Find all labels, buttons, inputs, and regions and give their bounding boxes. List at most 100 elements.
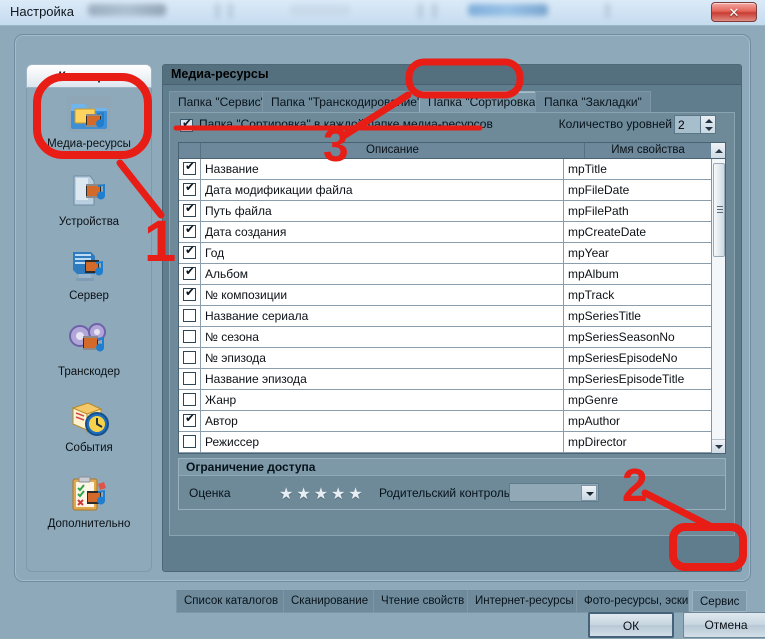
grid-header-description[interactable]: Описание	[201, 143, 585, 158]
row-checkbox[interactable]	[183, 393, 196, 406]
table-row[interactable]: ГодmpYear	[179, 243, 711, 264]
table-row[interactable]: ЖанрmpGenre	[179, 390, 711, 411]
row-checkbox[interactable]	[183, 246, 196, 259]
column-divider	[200, 327, 201, 347]
sidebar-item-label: Медиа-ресурсы	[26, 138, 152, 150]
row-checkbox[interactable]	[183, 372, 196, 385]
table-row[interactable]: НазваниеmpTitle	[179, 159, 711, 180]
sort-folder-checkbox[interactable]	[180, 119, 193, 132]
row-checkbox[interactable]	[183, 414, 196, 427]
tab-folder-sorting[interactable]: Папка "Сортировка"	[419, 91, 549, 113]
row-checkbox[interactable]	[183, 309, 196, 322]
scroll-down-icon[interactable]	[712, 439, 725, 453]
row-description: Автор	[205, 414, 238, 428]
annotation-marker-2: 2	[622, 458, 648, 512]
grid-header-property-name[interactable]: Имя свойства	[585, 143, 711, 158]
sidebar-item-media-resources[interactable]: Медиа-ресурсы	[26, 88, 152, 164]
bottom-tab-catalog-list[interactable]: Список каталогов	[176, 590, 286, 613]
column-divider	[200, 243, 201, 263]
row-checkbox[interactable]	[183, 351, 196, 364]
column-divider	[563, 243, 564, 263]
sidebar-item-label: Дополнительно	[26, 518, 152, 530]
rating-stars[interactable]: ★★★★★	[279, 484, 366, 504]
table-row[interactable]: РежиссерmpDirector	[179, 432, 711, 453]
scrollbar-thumb[interactable]	[713, 163, 725, 257]
parental-control-select[interactable]	[509, 483, 599, 502]
row-checkbox[interactable]	[183, 162, 196, 175]
sidebar-item-transcoder[interactable]: Транскодер	[26, 316, 152, 392]
parental-control-label: Родительский контроль	[379, 486, 510, 500]
column-divider	[563, 285, 564, 305]
row-checkbox[interactable]	[183, 330, 196, 343]
column-divider	[200, 201, 201, 221]
sidebar-item-devices[interactable]: Устройства	[26, 166, 152, 242]
bottom-tab-photo[interactable]: Фото-ресурсы, эскизы	[576, 590, 689, 613]
scroll-up-icon[interactable]	[711, 143, 725, 158]
chevron-down-icon[interactable]	[581, 485, 597, 501]
bottom-tab-service[interactable]: Сервис	[692, 590, 747, 613]
grid-header-row: Описание Имя свойства	[179, 143, 725, 159]
spinner-up-icon[interactable]	[705, 119, 713, 123]
row-property-name: mpAlbum	[568, 267, 619, 281]
sidebar-item-additional[interactable]: Дополнительно	[26, 468, 152, 544]
window-title: Настройка	[10, 4, 74, 19]
star-icon[interactable]: ★	[348, 486, 365, 503]
sidebar-item-label: Транскодер	[26, 366, 152, 378]
row-checkbox[interactable]	[183, 288, 196, 301]
row-checkbox[interactable]	[183, 435, 196, 448]
row-checkbox[interactable]	[183, 204, 196, 217]
table-row[interactable]: Название эпизодаmpSeriesEpisodeTitle	[179, 369, 711, 390]
star-icon[interactable]: ★	[331, 486, 348, 503]
grid-header-checkbox	[179, 143, 201, 158]
sidebar-item-events[interactable]: События	[26, 392, 152, 468]
toolbar-separator-1	[215, 3, 220, 19]
sidebar-item-label: Устройства	[26, 216, 152, 228]
sidebar-item-label: События	[26, 442, 152, 454]
book-clock-icon	[64, 396, 114, 440]
table-row[interactable]: Путь файлаmpFilePath	[179, 201, 711, 222]
column-divider	[563, 180, 564, 200]
column-divider	[563, 201, 564, 221]
column-divider	[200, 222, 201, 242]
toolbar-separator-2	[228, 3, 233, 19]
table-row[interactable]: № сезонаmpSeriesSeasonNo	[179, 327, 711, 348]
levels-stepper[interactable]: 2	[674, 115, 716, 134]
tab-page-sorting: Папка "Сортировка" в каждой папке медиа-…	[169, 112, 735, 536]
row-property-name: mpSeriesTitle	[568, 309, 641, 323]
row-description: Название сериала	[205, 309, 308, 323]
table-row[interactable]: АльбомmpAlbum	[179, 264, 711, 285]
star-icon[interactable]: ★	[314, 486, 331, 503]
table-row[interactable]: № композицииmpTrack	[179, 285, 711, 306]
table-row[interactable]: № эпизодаmpSeriesEpisodeNo	[179, 348, 711, 369]
grid-scrollbar[interactable]	[711, 159, 725, 453]
sidebar-item-server[interactable]: Сервер	[26, 240, 152, 316]
tab-folder-transcoding[interactable]: Папка "Транскодирование"	[262, 91, 430, 113]
row-checkbox[interactable]	[183, 267, 196, 280]
column-divider	[200, 264, 201, 284]
row-description: № композиции	[205, 288, 287, 302]
column-divider	[563, 222, 564, 242]
device-icon	[64, 170, 114, 214]
table-row[interactable]: Дата созданияmpCreateDate	[179, 222, 711, 243]
levels-spinner-buttons[interactable]	[700, 116, 715, 133]
column-divider	[563, 159, 564, 179]
spinner-down-icon[interactable]	[705, 127, 713, 131]
row-checkbox[interactable]	[183, 183, 196, 196]
bottom-tab-read-properties[interactable]: Чтение свойств	[373, 590, 472, 613]
row-description: Жанр	[205, 393, 236, 407]
table-row[interactable]: Дата модификации файлаmpFileDate	[179, 180, 711, 201]
bottom-tab-scanning[interactable]: Сканирование	[283, 590, 376, 613]
row-checkbox[interactable]	[183, 225, 196, 238]
star-icon[interactable]: ★	[296, 486, 313, 503]
table-row[interactable]: АвторmpAuthor	[179, 411, 711, 432]
column-divider	[563, 264, 564, 284]
star-icon[interactable]: ★	[279, 486, 296, 503]
bottom-tab-internet[interactable]: Интернет-ресурсы	[467, 590, 582, 613]
tab-folder-bookmarks[interactable]: Папка "Закладки"	[535, 91, 651, 113]
table-row[interactable]: Название сериала mpSeriesTitle	[179, 306, 711, 327]
row-description: Дата модификации файла	[205, 183, 353, 197]
blurred-toolbar-item-2	[290, 5, 350, 16]
tab-folder-service[interactable]: Папка "Сервис"	[169, 91, 274, 113]
toolbar-separator-4	[432, 3, 437, 19]
close-icon[interactable]: ✕	[711, 2, 757, 22]
